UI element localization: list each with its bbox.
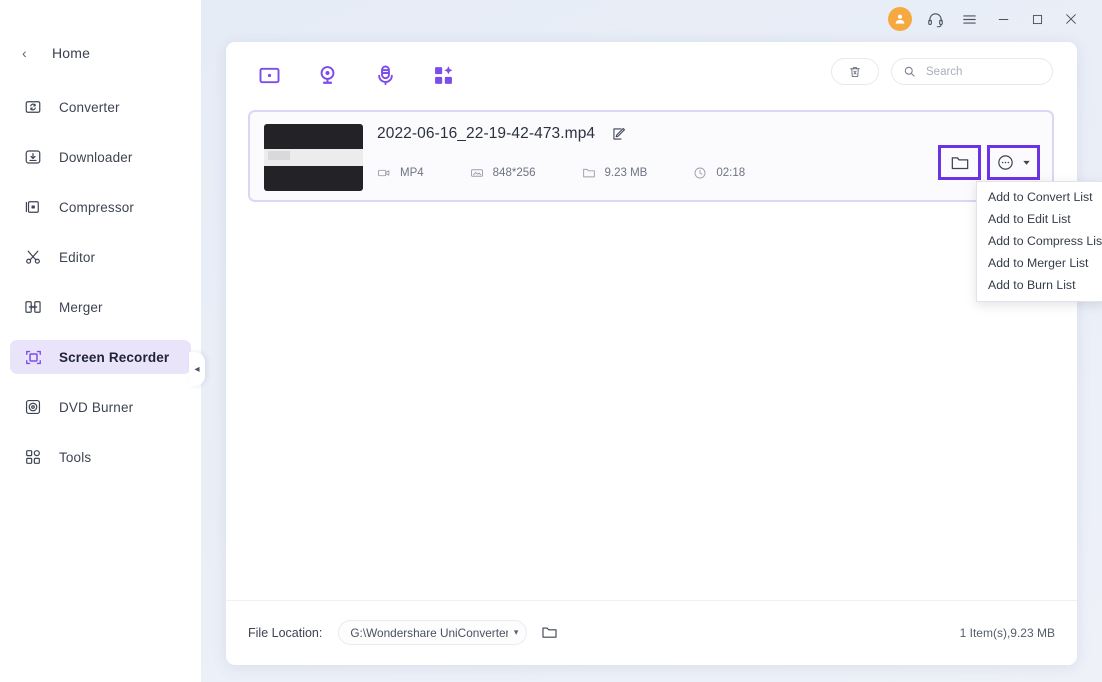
filesize-icon [582, 166, 596, 180]
thumbnail-band [264, 149, 363, 166]
meta-filesize: 9.23 MB [582, 166, 648, 180]
file-name: 2022-06-16_22-19-42-473.mp4 [377, 125, 596, 142]
main-panel: 2022-06-16_22-19-42-473.mp4 [226, 42, 1077, 665]
file-location-value: G:\Wondershare UniConverter [350, 625, 508, 640]
sidebar-item-dvd-burner[interactable]: DVD Burner [10, 390, 191, 424]
file-meta-row: MP4 848*256 9.23 MB 02:18 [377, 166, 745, 180]
record-audio-icon[interactable] [368, 58, 402, 92]
format-icon [377, 166, 391, 180]
sidebar: ‹ Home Converter Downloader Compressor E… [0, 0, 205, 682]
sidebar-nav: Converter Downloader Compressor Editor M… [0, 90, 201, 474]
sidebar-item-tools[interactable]: Tools [10, 440, 191, 474]
sidebar-item-compressor[interactable]: Compressor [10, 190, 191, 224]
meta-value: 848*256 [492, 167, 536, 179]
items-summary: 1 Item(s),9.23 MB [959, 625, 1055, 640]
compressor-icon [22, 196, 44, 218]
search-icon [903, 65, 916, 78]
recorder-toolbar [226, 42, 1077, 108]
open-location-folder-icon[interactable] [541, 624, 558, 641]
file-location-select[interactable]: G:\Wondershare UniConverter ▾ [338, 620, 528, 645]
menu-item-add-to-compress-list[interactable]: Add to Compress List [977, 230, 1102, 252]
minimize-button[interactable] [986, 2, 1020, 36]
home-label: Home [52, 45, 91, 61]
resolution-icon [470, 166, 484, 180]
add-to-list-dropdown: Add to Convert List Add to Edit List Add… [976, 181, 1102, 302]
menu-item-add-to-burn-list[interactable]: Add to Burn List [977, 274, 1102, 296]
menu-item-add-to-edit-list[interactable]: Add to Edit List [977, 208, 1102, 230]
support-icon[interactable] [918, 2, 952, 36]
menu-item-add-to-merger-list[interactable]: Add to Merger List [977, 252, 1102, 274]
tools-icon [22, 446, 44, 468]
screen-recorder-icon [22, 346, 44, 368]
menu-item-add-to-convert-list[interactable]: Add to Convert List [977, 186, 1102, 208]
meta-duration: 02:18 [693, 166, 745, 180]
meta-resolution: 848*256 [470, 166, 536, 180]
sidebar-item-converter[interactable]: Converter [10, 90, 191, 124]
window-titlebar [888, 0, 1102, 38]
meta-value: 9.23 MB [604, 167, 648, 179]
chevron-down-icon: ▾ [513, 627, 519, 637]
file-card[interactable]: 2022-06-16_22-19-42-473.mp4 MP4 848*256 … [248, 110, 1054, 202]
sidebar-item-merger[interactable]: Merger [10, 290, 191, 324]
sidebar-item-label: Converter [59, 99, 120, 115]
editor-icon [22, 246, 44, 268]
search-box[interactable] [891, 58, 1053, 85]
menu-icon[interactable] [952, 2, 986, 36]
meta-format: MP4 [377, 166, 424, 180]
close-button[interactable] [1054, 2, 1088, 36]
sidebar-item-label: Editor [59, 249, 96, 265]
sidebar-item-label: Downloader [59, 149, 133, 165]
dvd-burner-icon [22, 396, 44, 418]
home-back-button[interactable]: ‹ Home [0, 38, 201, 68]
sidebar-item-label: Tools [59, 449, 92, 465]
sidebar-item-label: DVD Burner [59, 399, 134, 415]
sidebar-collapse-button[interactable]: ◂ [189, 352, 205, 386]
record-mode-buttons [252, 58, 460, 92]
folder-button-highlight [938, 145, 981, 180]
downloader-icon [22, 146, 44, 168]
edit-icon[interactable] [611, 126, 627, 142]
footer-bar: File Location: G:\Wondershare UniConvert… [226, 600, 1077, 665]
record-screen-icon[interactable] [252, 58, 286, 92]
chevron-left-icon: ‹ [22, 45, 27, 61]
record-webcam-icon[interactable] [310, 58, 344, 92]
meta-value: MP4 [400, 167, 424, 179]
more-button-highlight [987, 145, 1040, 180]
sidebar-item-label: Merger [59, 299, 103, 315]
converter-icon [22, 96, 44, 118]
panel-right-tools [831, 58, 1053, 85]
merger-icon [22, 296, 44, 318]
file-location-label: File Location: [248, 625, 323, 640]
sidebar-item-screen-recorder[interactable]: Screen Recorder [10, 340, 191, 374]
sidebar-item-label: Screen Recorder [59, 349, 170, 365]
delete-button[interactable] [831, 58, 879, 85]
search-input[interactable] [926, 65, 1036, 78]
more-tools-icon[interactable] [426, 58, 460, 92]
sidebar-item-editor[interactable]: Editor [10, 240, 191, 274]
meta-value: 02:18 [716, 167, 746, 179]
app-window: ‹ Home Converter Downloader Compressor E… [0, 0, 1102, 682]
video-thumbnail [264, 124, 363, 191]
duration-icon [693, 166, 707, 180]
file-title-row: 2022-06-16_22-19-42-473.mp4 [377, 125, 627, 143]
sidebar-item-label: Compressor [59, 199, 135, 215]
sidebar-item-downloader[interactable]: Downloader [10, 140, 191, 174]
avatar[interactable] [888, 7, 912, 31]
maximize-button[interactable] [1020, 2, 1054, 36]
chevron-left-icon: ◂ [194, 363, 200, 375]
